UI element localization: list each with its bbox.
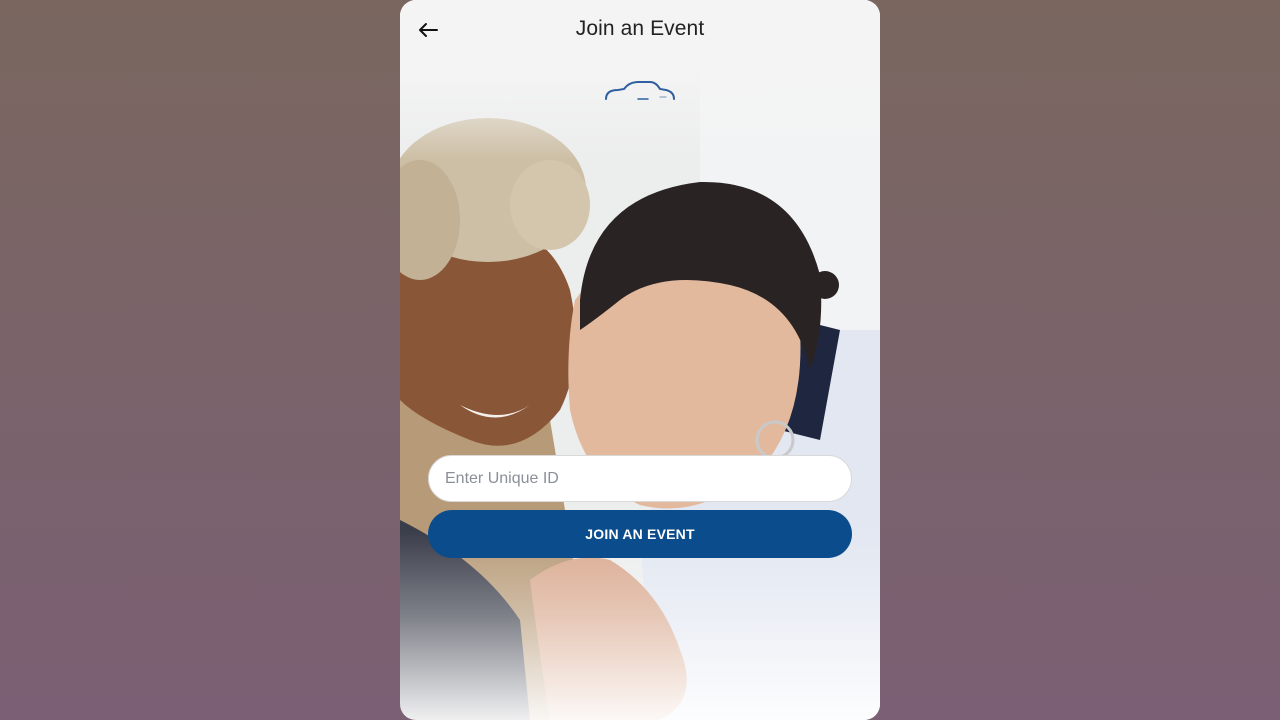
unique-id-input[interactable] (428, 455, 852, 502)
app-screen: Join an Event JOIN AN EVENT (400, 0, 880, 720)
page-title: Join an Event (575, 17, 705, 40)
header-bar: Join an Event (400, 0, 880, 60)
car-outline-icon (604, 78, 676, 104)
join-event-button[interactable]: JOIN AN EVENT (428, 510, 852, 558)
bottom-fade-overlay (400, 530, 880, 720)
